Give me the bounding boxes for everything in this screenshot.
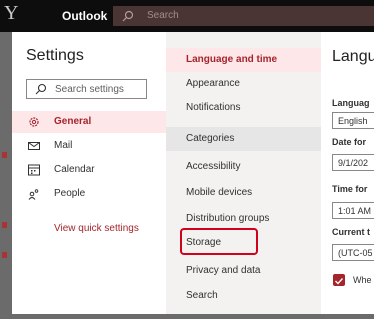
checkmark-icon	[335, 278, 344, 285]
settings-nav: Settings Search settings General Mail Ca…	[12, 32, 166, 314]
time-zone-label: Current t	[332, 227, 370, 237]
submenu-item-label: Notifications	[186, 102, 241, 113]
nav-item-people[interactable]: People	[12, 183, 166, 205]
time-format-value: 1:01 AM	[338, 206, 372, 216]
settings-search-placeholder: Search settings	[55, 84, 124, 95]
submenu-item-label: Accessibility	[186, 161, 241, 172]
travel-checkbox[interactable]	[333, 274, 345, 286]
time-zone-dropdown[interactable]: (UTC-05	[332, 244, 374, 261]
submenu-search[interactable]: Search	[166, 284, 321, 308]
submenu-accessibility[interactable]: Accessibility	[166, 155, 321, 179]
nav-item-label: People	[54, 188, 86, 199]
travel-checkbox-label: Whe	[353, 275, 372, 285]
nav-item-label: Calendar	[54, 164, 95, 175]
submenu-notifications[interactable]: Notifications	[166, 96, 321, 120]
pane-title: Langu	[332, 48, 374, 65]
language-value: English	[338, 116, 368, 126]
language-dropdown[interactable]: English	[332, 112, 374, 129]
nav-item-general[interactable]: General	[12, 111, 166, 133]
submenu-appearance[interactable]: Appearance	[166, 72, 321, 96]
submenu-categories[interactable]: Categories	[166, 127, 321, 151]
settings-title: Settings	[26, 47, 84, 64]
time-format-dropdown[interactable]: 1:01 AM	[332, 202, 374, 219]
general-submenu: Language and time Appearance Notificatio…	[166, 32, 321, 314]
background-mark	[2, 152, 7, 158]
submenu-mobile-devices[interactable]: Mobile devices	[166, 181, 321, 205]
date-format-value: 9/1/202	[338, 158, 369, 168]
submenu-item-label: Search	[186, 290, 218, 301]
storage-highlight-outline	[180, 228, 258, 255]
background-logo-fragment: Y	[4, 2, 19, 24]
language-label: Languag	[332, 98, 370, 108]
people-icon	[28, 189, 39, 200]
time-zone-value: (UTC-05	[338, 248, 373, 258]
calendar-icon	[28, 164, 40, 176]
submenu-item-label: Privacy and data	[186, 265, 261, 276]
app-top-bar: Y Outlook Search	[0, 0, 374, 32]
submenu-item-label: Language and time	[186, 54, 278, 65]
background-mark	[2, 252, 7, 258]
gear-icon	[29, 117, 39, 127]
search-icon	[122, 10, 134, 22]
dimmed-background	[0, 32, 12, 319]
view-quick-settings-link[interactable]: View quick settings	[54, 223, 139, 234]
date-format-dropdown[interactable]: 9/1/202	[332, 154, 374, 171]
settings-search-input[interactable]: Search settings	[26, 79, 147, 99]
language-and-time-pane: Langu Languag English Date for 9/1/202 T…	[321, 32, 374, 314]
global-search-box[interactable]: Search	[113, 6, 374, 26]
submenu-item-label: Appearance	[186, 78, 240, 89]
app-name[interactable]: Outlook	[62, 9, 107, 23]
search-icon	[35, 83, 47, 95]
time-format-label: Time for	[332, 184, 368, 194]
submenu-item-label: Categories	[186, 133, 235, 144]
global-search-label: Search	[147, 10, 179, 21]
date-format-label: Date for	[332, 137, 367, 147]
nav-item-mail[interactable]: Mail	[12, 135, 166, 157]
submenu-item-label: Mobile devices	[186, 187, 253, 198]
nav-item-label: General	[54, 116, 92, 127]
nav-item-label: Mail	[54, 140, 73, 151]
settings-dialog: Settings Search settings General Mail Ca…	[12, 32, 374, 314]
dimmed-background-bottom	[0, 314, 374, 319]
submenu-language-and-time[interactable]: Language and time	[166, 48, 321, 72]
mail-icon	[28, 142, 40, 150]
submenu-item-label: Distribution groups	[186, 213, 270, 224]
nav-item-calendar[interactable]: Calendar	[12, 159, 166, 181]
background-mark	[2, 222, 7, 228]
submenu-privacy-and-data[interactable]: Privacy and data	[166, 259, 321, 283]
